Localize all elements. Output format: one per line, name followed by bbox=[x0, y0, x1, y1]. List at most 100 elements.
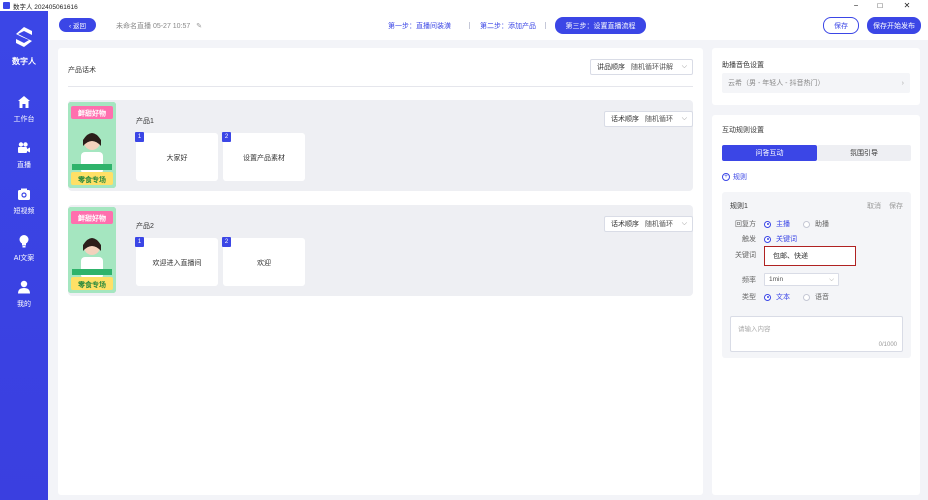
responder-label: 回复方 bbox=[735, 221, 756, 228]
script-index-badge: 1 bbox=[135, 237, 144, 247]
sidebar-item-workbench[interactable]: 工作台 bbox=[0, 95, 48, 124]
dropdown-value: 随机循环 bbox=[645, 221, 673, 228]
home-icon bbox=[18, 96, 30, 108]
logo-text: 数字人 bbox=[12, 57, 36, 66]
back-button[interactable]: ‹ 返回 bbox=[59, 18, 96, 32]
sidebar-item-ai-copy[interactable]: AI文案 bbox=[0, 234, 48, 263]
type-label: 类型 bbox=[742, 294, 756, 301]
sidebar-item-label: 直播 bbox=[17, 162, 31, 169]
window-title: 数字人 202405061616 bbox=[13, 3, 78, 11]
trigger-label: 触发 bbox=[742, 236, 756, 243]
script-order-dropdown[interactable]: 话术顺序 随机循环 ⌵ bbox=[604, 216, 693, 232]
save-and-publish-button[interactable]: 保存开始发布 bbox=[867, 17, 921, 34]
tab-qa-interaction[interactable]: 问答互动 bbox=[722, 145, 817, 161]
script-item[interactable]: 2 欢迎 bbox=[222, 237, 305, 286]
script-item[interactable]: 1 大家好 bbox=[135, 132, 218, 181]
type-text-radio[interactable]: 文本 bbox=[764, 292, 790, 302]
add-rule-button[interactable]: + 规则 bbox=[722, 172, 747, 182]
panel-title: 互动规则设置 bbox=[722, 127, 764, 134]
rule-save-button[interactable]: 保存 bbox=[889, 203, 903, 210]
section-title: 产品话术 bbox=[68, 67, 96, 74]
edit-icon[interactable]: ✎ bbox=[196, 23, 202, 30]
rule-cancel-button[interactable]: 取消 bbox=[867, 203, 881, 210]
product-card[interactable]: 鲜甜好物 零食专场 产品2 话术顺序 随机循环 ⌵ 1 欢迎进入直播间 2 欢迎 bbox=[68, 205, 693, 296]
dropdown-label: 话术顺序 bbox=[611, 221, 639, 228]
sidebar-item-label: AI文案 bbox=[13, 255, 35, 262]
sidebar-item-mine[interactable]: 我的 bbox=[0, 280, 48, 309]
voice-select[interactable]: 云希（男 - 年轻人 - 抖音热门） › bbox=[722, 73, 910, 93]
frequency-value: 1min bbox=[769, 276, 784, 283]
product-image-banner: 鲜甜好物 bbox=[78, 109, 106, 118]
rule-card: 规则1 取消 保存 回复方 主播 助播 触发 关键词 关键词 包邮、快递 频率 … bbox=[722, 192, 911, 358]
rule-actions: 取消 保存 bbox=[861, 201, 903, 211]
top-bar: ‹ 返回 未命名直播 05-27 10:57 ✎ 第一步：直播间装潢 第二步：添… bbox=[48, 11, 928, 40]
live-name-text: 未命名直播 05-27 10:57 bbox=[116, 23, 191, 30]
frequency-label: 频率 bbox=[742, 277, 756, 284]
divider bbox=[68, 86, 693, 87]
script-item[interactable]: 1 欢迎进入直播间 bbox=[135, 237, 218, 286]
radio-checked-icon bbox=[764, 235, 771, 243]
reply-content-textarea[interactable]: 请输入内容 0/1000 bbox=[730, 316, 903, 352]
script-text: 欢迎 bbox=[257, 260, 271, 267]
rule-name: 规则1 bbox=[730, 203, 748, 210]
reply-char-count: 0/1000 bbox=[878, 342, 897, 348]
reply-placeholder: 请输入内容 bbox=[738, 326, 771, 333]
radio-unchecked-icon bbox=[803, 293, 810, 301]
radio-checked-icon bbox=[764, 220, 771, 228]
product-thumbnail-icon: 鲜甜好物 零食专场 bbox=[68, 102, 116, 188]
product-name: 产品1 bbox=[136, 118, 154, 125]
dropdown-label: 话术顺序 bbox=[611, 116, 639, 123]
product-script-panel: 产品话术 讲品顺序 随机循环讲解 ⌵ 鲜甜好物 零食专场 产品1 话术顺序 随机… bbox=[58, 48, 703, 495]
step-divider bbox=[469, 22, 470, 29]
dropdown-value: 随机循环讲解 bbox=[631, 64, 673, 71]
maximize-button[interactable]: □ bbox=[870, 0, 890, 11]
voice-select-value: 云希（男 - 年轻人 - 抖音热门） bbox=[728, 80, 825, 87]
app-icon bbox=[3, 2, 10, 9]
trigger-keyword-radio[interactable]: 关键词 bbox=[764, 234, 797, 244]
frequency-select[interactable]: 1min ⌵ bbox=[764, 273, 839, 286]
save-button[interactable]: 保存 bbox=[823, 17, 859, 34]
sidebar-item-label: 我的 bbox=[17, 301, 31, 308]
product-image[interactable]: 鲜甜好物 零食专场 bbox=[68, 207, 116, 293]
radio-label: 主播 bbox=[776, 221, 790, 228]
step-3-tab[interactable]: 第三步：设置直播流程 bbox=[555, 17, 646, 34]
window-title-bar: 数字人 202405061616 − □ ✕ bbox=[0, 0, 928, 11]
live-name-label[interactable]: 未命名直播 05-27 10:57 ✎ bbox=[116, 21, 202, 31]
radio-label: 文本 bbox=[776, 294, 790, 301]
script-index-badge: 1 bbox=[135, 132, 144, 142]
responder-assistant-radio[interactable]: 助播 bbox=[803, 219, 829, 229]
user-icon bbox=[18, 280, 30, 294]
chevron-down-icon: ⌵ bbox=[681, 63, 687, 70]
product-image-tag: 零食专场 bbox=[77, 280, 106, 289]
close-button[interactable]: ✕ bbox=[897, 0, 917, 11]
responder-host-radio[interactable]: 主播 bbox=[764, 219, 790, 229]
script-order-dropdown[interactable]: 话术顺序 随机循环 ⌵ bbox=[604, 111, 693, 127]
step-divider bbox=[545, 22, 546, 29]
chevron-down-icon: ⌵ bbox=[681, 220, 687, 227]
sidebar-item-label: 工作台 bbox=[13, 116, 35, 123]
sidebar: 数字人 工作台 直播 短视频 AI文案 我的 bbox=[0, 11, 48, 500]
script-index-badge: 2 bbox=[222, 237, 231, 247]
step-1-tab[interactable]: 第一步：直播间装潢 bbox=[388, 21, 451, 31]
tab-atmosphere-guide[interactable]: 氛围引导 bbox=[817, 145, 911, 161]
sidebar-item-live[interactable]: 直播 bbox=[0, 141, 48, 170]
script-item[interactable]: 2 设置产品素材 bbox=[222, 132, 305, 181]
add-rule-label: 规则 bbox=[733, 174, 747, 181]
product-image-tag: 零食专场 bbox=[77, 175, 106, 184]
sidebar-item-short-video[interactable]: 短视频 bbox=[0, 187, 48, 216]
minimize-button[interactable]: − bbox=[846, 0, 866, 11]
radio-unchecked-icon bbox=[803, 220, 810, 228]
product-order-dropdown[interactable]: 讲品顺序 随机循环讲解 ⌵ bbox=[590, 59, 693, 75]
radio-label: 关键词 bbox=[776, 236, 797, 243]
product-image[interactable]: 鲜甜好物 零食专场 bbox=[68, 102, 116, 188]
product-card[interactable]: 鲜甜好物 零食专场 产品1 话术顺序 随机循环 ⌵ 1 大家好 2 设置产品素材 bbox=[68, 100, 693, 191]
sidebar-item-label: 短视频 bbox=[13, 208, 35, 215]
radio-checked-icon bbox=[764, 293, 771, 301]
keyword-input[interactable]: 包邮、快递 bbox=[764, 246, 856, 266]
step-2-tab[interactable]: 第二步：添加产品 bbox=[480, 21, 536, 31]
dropdown-label: 讲品顺序 bbox=[597, 64, 625, 71]
keyword-label: 关键词 bbox=[735, 252, 756, 259]
type-voice-radio[interactable]: 语音 bbox=[803, 292, 829, 302]
script-index-badge: 2 bbox=[222, 132, 231, 142]
chevron-right-icon: › bbox=[901, 79, 904, 87]
